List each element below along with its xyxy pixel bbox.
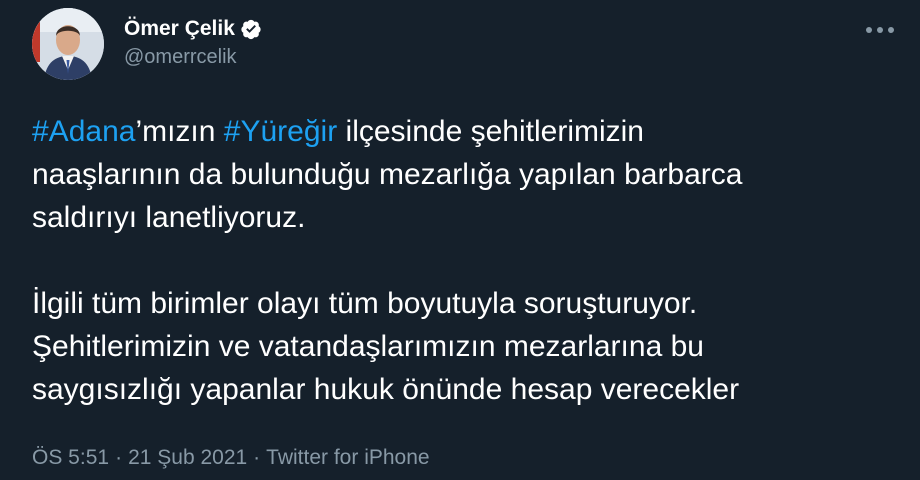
tweet-time[interactable]: ÖS 5:51 <box>32 446 109 469</box>
tweet-line: naaşlarının da bulunduğu mezarlığa yapıl… <box>32 158 743 191</box>
tweet-date[interactable]: 21 Şub 2021 <box>128 446 247 469</box>
more-options-icon[interactable] <box>860 18 900 42</box>
hashtag-adana[interactable]: #Adana <box>32 115 135 148</box>
tweet-line: Şehitlerimizin ve vatandaşlarımızın meza… <box>32 330 704 363</box>
tweet-line: saldırıyı lanetliyoruz. <box>32 201 306 234</box>
tweet-line: İlgili tüm birimler olayı tüm boyutuyla … <box>32 287 698 320</box>
hashtag-yuregir[interactable]: #Yüreğir <box>224 115 337 148</box>
tweet-meta: ÖS 5:51 · 21 Şub 2021 · Twitter for iPhone <box>32 446 430 470</box>
profile-photo <box>32 8 104 80</box>
meta-separator: · <box>115 446 123 469</box>
tweet-paragraph-1: #Adana’mızın #Yüreğir ilçesinde şehitler… <box>32 110 892 239</box>
author-name[interactable]: Ömer Çelik <box>124 17 235 41</box>
avatar[interactable] <box>32 8 104 80</box>
tweet-paragraph-2: İlgili tüm birimler olayı tüm boyutuyla … <box>32 282 892 411</box>
author-handle[interactable]: @omerrcelik <box>124 46 262 69</box>
tweet-text: #Adana’mızın #Yüreğir ilçesinde şehitler… <box>32 110 892 411</box>
verified-badge-icon <box>240 18 262 40</box>
tweet-source[interactable]: Twitter for iPhone <box>266 446 429 469</box>
tweet-line: saygısızlığı yapanlar hukuk önünde hesap… <box>32 373 740 406</box>
tweet-text-fragment: ’mızın <box>135 115 224 148</box>
tweet-text-fragment: ilçesinde şehitlerimizin <box>337 115 644 148</box>
author-block: Ömer Çelik @omerrcelik <box>124 14 262 69</box>
meta-separator: · <box>253 446 261 469</box>
